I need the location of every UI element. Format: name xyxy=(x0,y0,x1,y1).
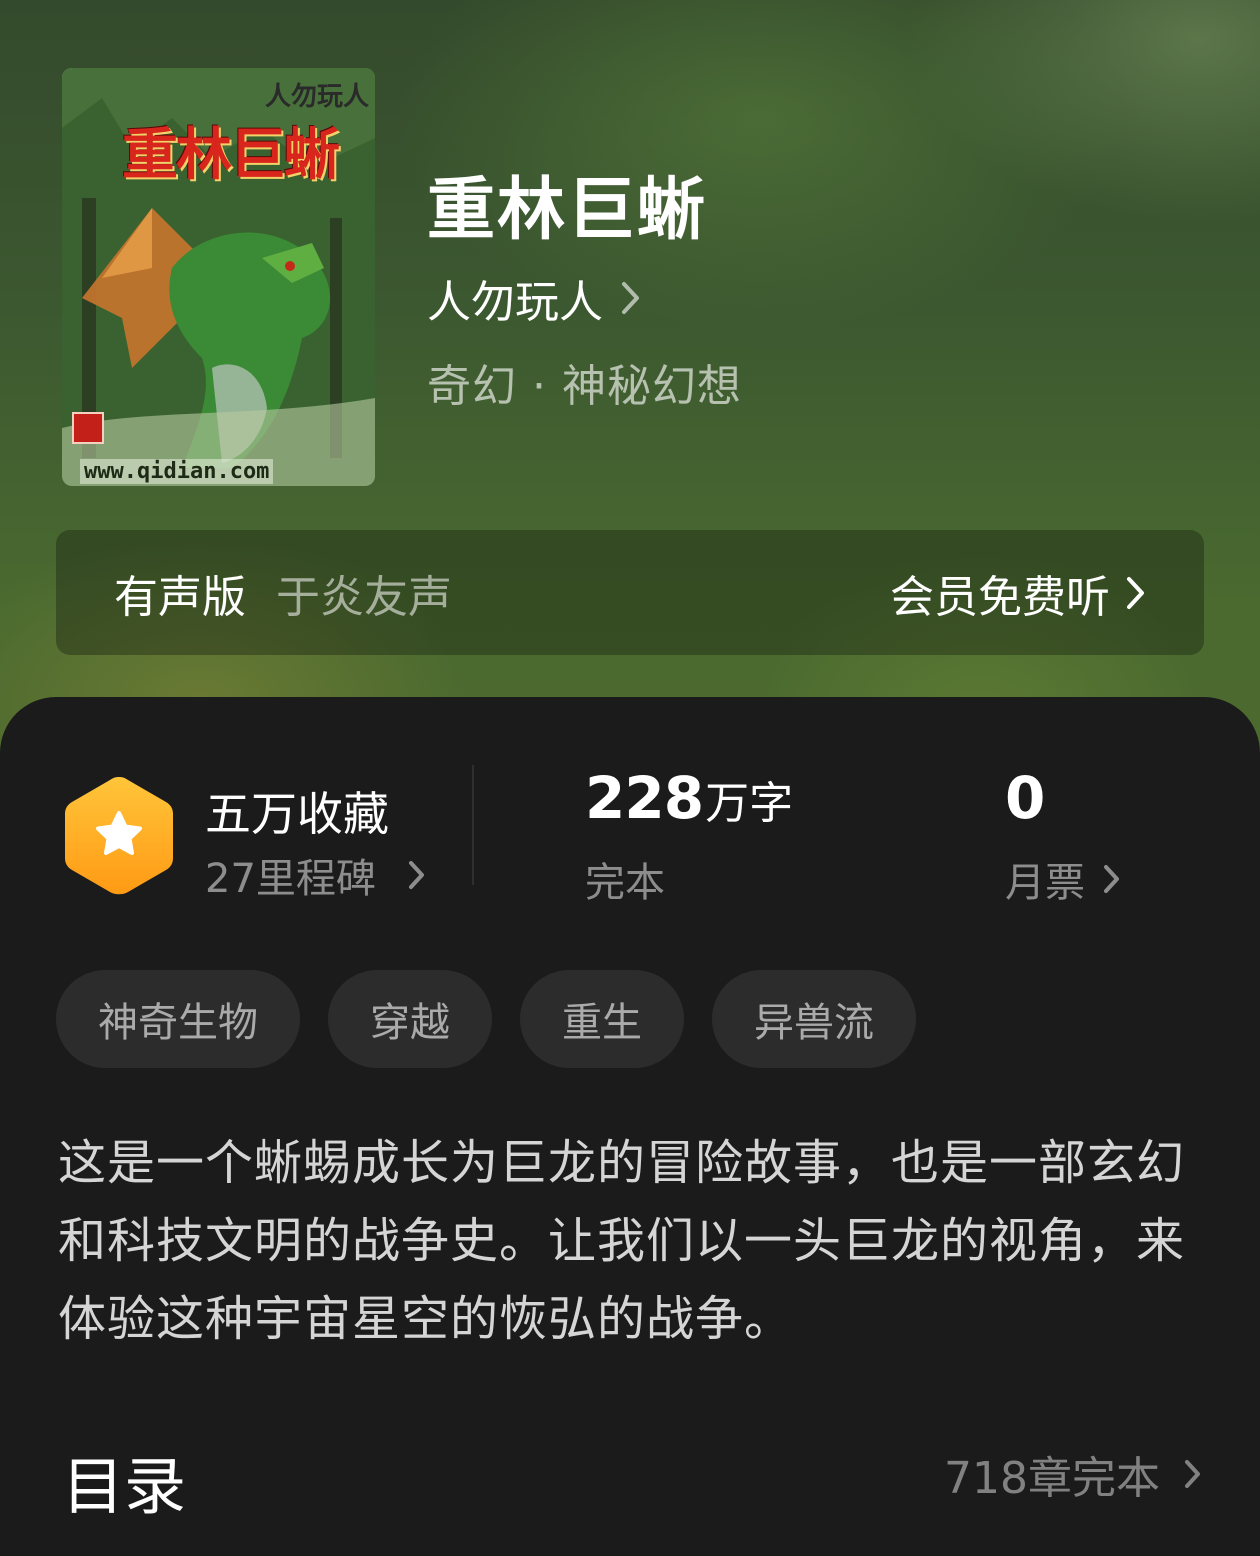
milestones-text: 27里程碑 xyxy=(205,856,376,902)
hexagon-badge-icon xyxy=(65,777,173,895)
tag-chip[interactable]: 穿越 xyxy=(328,970,492,1068)
word-count: 228 万字 xyxy=(585,764,793,832)
word-count-unit: 万字 xyxy=(705,778,794,829)
audiobook-narrator: 于炎友声 xyxy=(276,571,452,623)
monthly-votes-value: 0 xyxy=(1005,764,1046,832)
listen-free-label: 会员免费听 xyxy=(890,571,1110,623)
chevron-right-icon xyxy=(1184,1459,1202,1489)
milestones-link[interactable]: 27里程碑 xyxy=(205,846,426,904)
chevron-right-icon xyxy=(1103,864,1121,894)
chevron-right-icon xyxy=(408,860,426,890)
cover-title-text: 重林巨蜥 xyxy=(122,122,340,188)
author-link[interactable]: 人勿玩人 xyxy=(427,266,641,330)
book-status: 完本 xyxy=(585,860,665,906)
cover-author-text: 人勿玩人 xyxy=(264,82,369,112)
book-cover[interactable]: 人勿玩人 重林巨蜥 www.qidian.com xyxy=(62,68,375,486)
book-genre[interactable]: 奇幻 · 神秘幻想 xyxy=(427,350,742,414)
audiobook-bar[interactable]: 有声版 于炎友声 会员免费听 xyxy=(56,530,1204,655)
tag-list: 神奇生物 穿越 重生 异兽流 xyxy=(56,970,916,1068)
tag-chip[interactable]: 重生 xyxy=(520,970,684,1068)
monthly-votes-label: 月票 xyxy=(1005,860,1085,906)
tag-chip[interactable]: 神奇生物 xyxy=(56,970,300,1068)
author-name: 人勿玩人 xyxy=(427,277,603,328)
monthly-votes-link[interactable]: 月票 xyxy=(1005,850,1121,908)
stats-divider xyxy=(472,765,474,885)
audiobook-label: 有声版 xyxy=(114,571,246,623)
listen-free-button[interactable]: 会员免费听 xyxy=(890,561,1146,625)
word-count-value: 228 xyxy=(585,764,704,832)
chevron-right-icon xyxy=(621,281,641,315)
book-description[interactable]: 这是一个蜥蜴成长为巨龙的冒险故事，也是一部玄幻和科技文明的战争史。让我们以一头巨… xyxy=(58,1124,1208,1358)
toc-chapter-count: 718章完本 xyxy=(944,1453,1160,1504)
favorites-count[interactable]: 五万收藏 xyxy=(205,778,389,844)
toc-title[interactable]: 目录 xyxy=(62,1436,186,1526)
toc-link[interactable]: 718章完本 xyxy=(944,1442,1202,1506)
tag-chip[interactable]: 异兽流 xyxy=(712,970,916,1068)
cover-url-text: www.qidian.com xyxy=(80,459,274,484)
chevron-right-icon xyxy=(1126,576,1146,610)
cover-stamp xyxy=(72,412,104,444)
book-title: 重林巨蜥 xyxy=(427,170,708,250)
